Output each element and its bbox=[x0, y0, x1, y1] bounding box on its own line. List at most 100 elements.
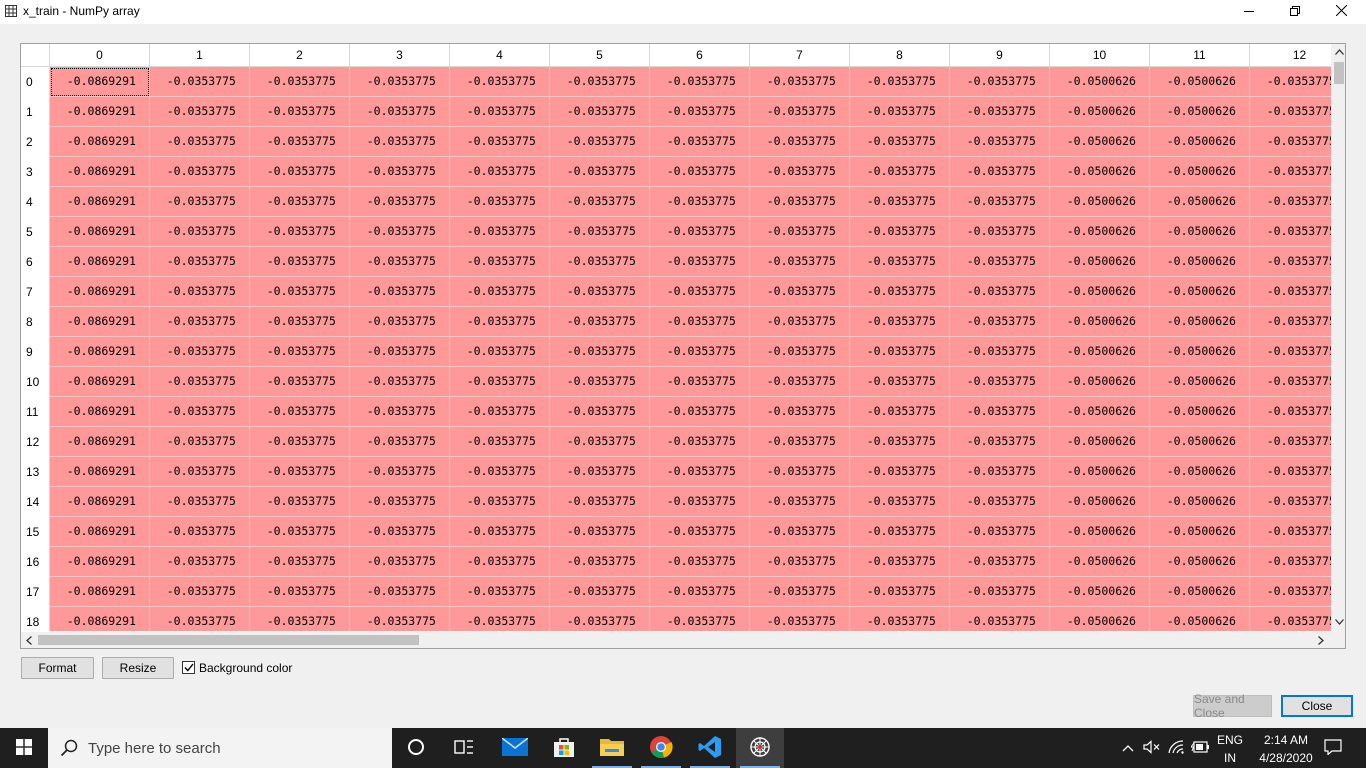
column-header[interactable]: 10 bbox=[1050, 44, 1150, 67]
table-cell[interactable]: -0.0353775 bbox=[650, 487, 750, 517]
table-cell[interactable]: -0.0353775 bbox=[850, 397, 950, 427]
volume-button[interactable] bbox=[1142, 728, 1162, 768]
table-cell[interactable]: -0.0353775 bbox=[850, 277, 950, 307]
task-view-button[interactable] bbox=[440, 728, 488, 768]
table-cell[interactable]: -0.0353775 bbox=[150, 157, 250, 187]
table-cell[interactable]: -0.0353775 bbox=[1250, 577, 1331, 607]
taskbar-mail[interactable] bbox=[491, 728, 539, 768]
table-cell[interactable]: -0.0353775 bbox=[450, 427, 550, 457]
table-cell[interactable]: -0.0353775 bbox=[150, 577, 250, 607]
table-cell[interactable]: -0.0353775 bbox=[250, 157, 350, 187]
table-cell[interactable]: -0.0869291 bbox=[50, 367, 150, 397]
save-and-close-button[interactable]: Save and Close bbox=[1193, 692, 1272, 720]
row-header[interactable]: 2 bbox=[21, 127, 50, 157]
taskbar-chrome[interactable] bbox=[637, 728, 685, 768]
table-cell[interactable]: -0.0353775 bbox=[850, 217, 950, 247]
table-cell[interactable]: -0.0353775 bbox=[950, 517, 1050, 547]
table-cell[interactable]: -0.0353775 bbox=[250, 367, 350, 397]
row-header[interactable]: 7 bbox=[21, 277, 50, 307]
table-cell[interactable]: -0.0353775 bbox=[850, 517, 950, 547]
table-cell[interactable]: -0.0353775 bbox=[250, 577, 350, 607]
system-clock[interactable]: 2:14 AM 4/28/2020 bbox=[1251, 728, 1321, 768]
format-button[interactable]: Format bbox=[21, 657, 94, 679]
table-cell[interactable]: -0.0353775 bbox=[650, 67, 750, 97]
table-cell[interactable]: -0.0353775 bbox=[150, 97, 250, 127]
table-cell[interactable]: -0.0353775 bbox=[650, 307, 750, 337]
row-header[interactable]: 10 bbox=[21, 367, 50, 397]
table-cell[interactable]: -0.0353775 bbox=[250, 397, 350, 427]
table-cell[interactable]: -0.0353775 bbox=[250, 547, 350, 577]
row-header[interactable]: 8 bbox=[21, 307, 50, 337]
table-cell[interactable]: -0.0353775 bbox=[750, 67, 850, 97]
table-cell[interactable]: -0.0353775 bbox=[950, 337, 1050, 367]
table-cell[interactable]: -0.0869291 bbox=[50, 337, 150, 367]
table-cell[interactable]: -0.0869291 bbox=[50, 307, 150, 337]
table-cell[interactable]: -0.0353775 bbox=[1250, 277, 1331, 307]
scroll-left-icon[interactable] bbox=[21, 632, 37, 648]
table-cell[interactable]: -0.0353775 bbox=[450, 217, 550, 247]
table-cell[interactable]: -0.0353775 bbox=[750, 367, 850, 397]
row-header[interactable]: 3 bbox=[21, 157, 50, 187]
table-cell[interactable]: -0.0353775 bbox=[850, 157, 950, 187]
table-cell[interactable]: -0.0353775 bbox=[1250, 217, 1331, 247]
title-bar[interactable]: x_train - NumPy array bbox=[0, 0, 1366, 24]
table-cell[interactable]: -0.0353775 bbox=[150, 217, 250, 247]
table-cell[interactable]: -0.0353775 bbox=[750, 517, 850, 547]
table-cell[interactable]: -0.0353775 bbox=[1250, 337, 1331, 367]
table-cell[interactable]: -0.0869291 bbox=[50, 97, 150, 127]
table-cell[interactable]: -0.0353775 bbox=[450, 247, 550, 277]
table-cell[interactable]: -0.0869291 bbox=[50, 277, 150, 307]
table-cell[interactable]: -0.0353775 bbox=[750, 187, 850, 217]
table-cell[interactable]: -0.0353775 bbox=[850, 187, 950, 217]
table-cell[interactable]: -0.0353775 bbox=[950, 367, 1050, 397]
table-cell[interactable]: -0.0353775 bbox=[950, 97, 1050, 127]
table-cell[interactable]: -0.0353775 bbox=[250, 427, 350, 457]
table-cell[interactable]: -0.0353775 bbox=[350, 337, 450, 367]
table-cell[interactable]: -0.0353775 bbox=[1250, 187, 1331, 217]
table-cell[interactable]: -0.0353775 bbox=[750, 397, 850, 427]
table-cell[interactable]: -0.0500626 bbox=[1050, 277, 1150, 307]
table-cell[interactable]: -0.0869291 bbox=[50, 517, 150, 547]
table-cell[interactable]: -0.0353775 bbox=[750, 607, 850, 631]
table-cell[interactable]: -0.0353775 bbox=[450, 397, 550, 427]
row-header[interactable]: 17 bbox=[21, 577, 50, 607]
table-cell[interactable]: -0.0500626 bbox=[1150, 457, 1250, 487]
table-cell[interactable]: -0.0500626 bbox=[1050, 67, 1150, 97]
table-cell[interactable]: -0.0500626 bbox=[1050, 307, 1150, 337]
table-cell[interactable]: -0.0353775 bbox=[650, 187, 750, 217]
table-cell[interactable]: -0.0353775 bbox=[450, 337, 550, 367]
table-cell[interactable]: -0.0353775 bbox=[350, 547, 450, 577]
taskbar-file-explorer[interactable] bbox=[588, 728, 636, 768]
table-cell[interactable]: -0.0353775 bbox=[250, 97, 350, 127]
table-cell[interactable]: -0.0500626 bbox=[1150, 187, 1250, 217]
scroll-up-icon[interactable] bbox=[1331, 44, 1345, 60]
table-cell[interactable]: -0.0353775 bbox=[950, 397, 1050, 427]
table-cell[interactable]: -0.0353775 bbox=[650, 337, 750, 367]
table-cell[interactable]: -0.0500626 bbox=[1050, 397, 1150, 427]
table-cell[interactable]: -0.0353775 bbox=[550, 547, 650, 577]
table-cell[interactable]: -0.0500626 bbox=[1050, 97, 1150, 127]
table-cell[interactable]: -0.0353775 bbox=[250, 607, 350, 631]
table-cell[interactable]: -0.0353775 bbox=[950, 427, 1050, 457]
table-cell[interactable]: -0.0353775 bbox=[450, 517, 550, 547]
table-cell[interactable]: -0.0500626 bbox=[1050, 427, 1150, 457]
table-cell[interactable]: -0.0353775 bbox=[150, 247, 250, 277]
table-cell[interactable]: -0.0500626 bbox=[1050, 487, 1150, 517]
start-button[interactable] bbox=[0, 728, 48, 768]
table-cell[interactable]: -0.0353775 bbox=[650, 277, 750, 307]
table-cell[interactable]: -0.0353775 bbox=[350, 517, 450, 547]
table-cell[interactable]: -0.0353775 bbox=[950, 607, 1050, 631]
row-header[interactable]: 14 bbox=[21, 487, 50, 517]
table-cell[interactable]: -0.0353775 bbox=[950, 307, 1050, 337]
table-cell[interactable]: -0.0353775 bbox=[450, 187, 550, 217]
show-hidden-icons-button[interactable] bbox=[1120, 728, 1136, 768]
table-cell[interactable]: -0.0353775 bbox=[850, 367, 950, 397]
table-cell[interactable]: -0.0353775 bbox=[550, 157, 650, 187]
table-cell[interactable]: -0.0500626 bbox=[1150, 517, 1250, 547]
table-cell[interactable]: -0.0353775 bbox=[850, 307, 950, 337]
row-header[interactable]: 9 bbox=[21, 337, 50, 367]
column-header[interactable]: 9 bbox=[950, 44, 1050, 67]
row-header[interactable]: 12 bbox=[21, 427, 50, 457]
table-cell[interactable]: -0.0353775 bbox=[250, 217, 350, 247]
taskbar-search-box[interactable]: Type here to search bbox=[48, 728, 392, 768]
